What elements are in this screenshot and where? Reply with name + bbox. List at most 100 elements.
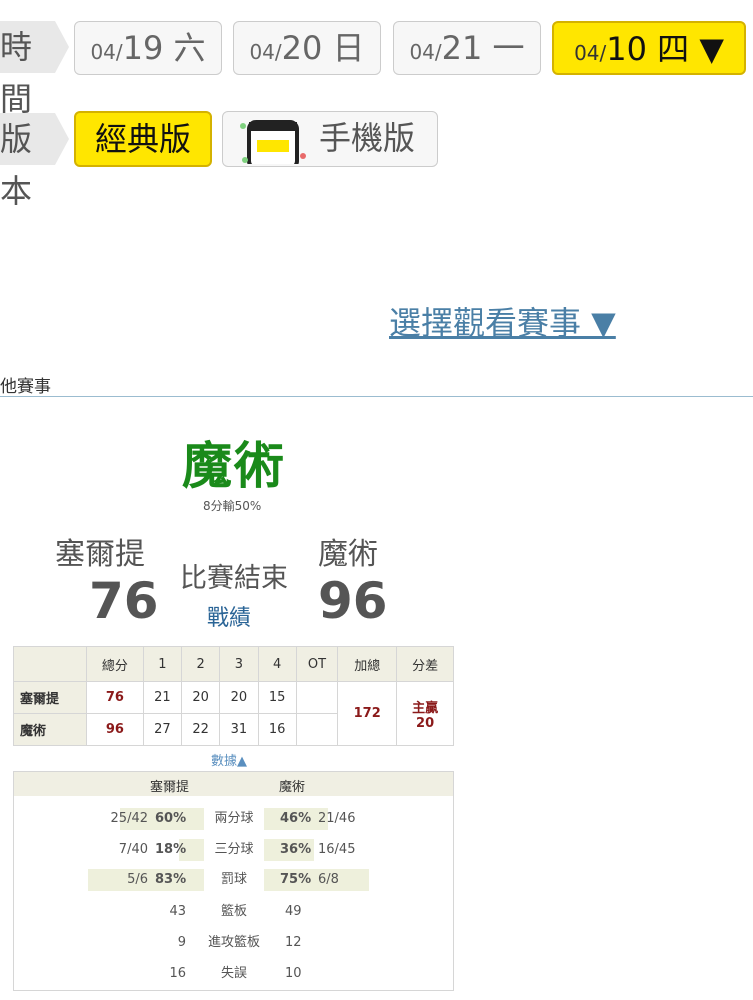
diff-cell: 主贏 20 bbox=[396, 681, 454, 746]
stats-toggle[interactable]: 數據▲ bbox=[211, 750, 247, 769]
header-diff: 分差 bbox=[396, 646, 454, 682]
mobile-version-button[interactable]: 手機版 bbox=[222, 111, 438, 167]
home-stat-percent: 75% bbox=[280, 872, 312, 887]
header-combined: 加總 bbox=[337, 646, 398, 682]
home-q3-cell: 31 bbox=[219, 713, 259, 746]
mobile-version-label: 手機版 bbox=[319, 119, 416, 157]
away-total-cell: 76 bbox=[86, 681, 144, 714]
game-status: 比賽結束 bbox=[180, 563, 288, 594]
home-stat-value: 49 bbox=[285, 904, 302, 919]
home-stat-fraction: 16/45 bbox=[318, 842, 356, 857]
select-game-link[interactable]: 選擇觀看賽事 ▼ bbox=[389, 298, 616, 344]
date-button-0421[interactable]: 04/21 一 bbox=[393, 21, 541, 75]
stats-away-team: 塞爾提 bbox=[150, 780, 190, 795]
winner-team-name: 魔術 bbox=[182, 437, 286, 495]
date-button-0420[interactable]: 04/20 日 bbox=[233, 21, 381, 75]
date-month: 04/ bbox=[574, 41, 607, 65]
date-day: 20 bbox=[281, 29, 323, 67]
away-stat-fraction: 25/42 bbox=[110, 811, 148, 826]
date-weekday: 日 bbox=[332, 29, 365, 67]
away-stat-percent: 83% bbox=[155, 872, 187, 887]
version-label-text: 版本 bbox=[0, 120, 33, 210]
stat-label: 失誤 bbox=[220, 966, 247, 981]
date-dropdown-0410[interactable]: 04/10 四 ▼ bbox=[552, 21, 746, 75]
date-button-0419[interactable]: 04/19 六 bbox=[74, 21, 222, 75]
other-games-label: 其他賽事 bbox=[0, 377, 51, 397]
stat-row: 43 49 籃板 bbox=[14, 901, 455, 923]
header-q4: 4 bbox=[257, 646, 297, 682]
stat-row: 9 12 進攻籃板 bbox=[14, 932, 455, 954]
diff-label: 主贏 bbox=[412, 700, 439, 716]
home-stat-percent: 36% bbox=[280, 842, 312, 857]
home-q1-cell: 27 bbox=[142, 713, 183, 746]
stats-header: 塞爾提 魔術 bbox=[14, 772, 453, 796]
date-month: 04/ bbox=[249, 40, 282, 64]
date-weekday: 一 bbox=[492, 29, 525, 67]
stat-label: 罰球 bbox=[220, 872, 247, 887]
away-team-name: 塞爾提 bbox=[55, 537, 145, 572]
away-stat-fraction: 7/40 bbox=[118, 842, 148, 857]
away-team-cell: 塞爾提 bbox=[13, 681, 87, 714]
away-q1-cell: 21 bbox=[142, 681, 183, 714]
away-ot-cell bbox=[295, 681, 339, 714]
away-q4-cell: 15 bbox=[257, 681, 297, 714]
stats-home-team: 魔術 bbox=[279, 780, 306, 795]
box-score-header-row: 總分 1 2 3 4 OT 加總 分差 bbox=[13, 646, 454, 682]
date-day: 19 bbox=[122, 29, 164, 67]
date-weekday: 四 bbox=[657, 30, 690, 68]
stat-label: 兩分球 bbox=[214, 811, 254, 826]
dropdown-arrow-icon: ▼ bbox=[699, 30, 724, 68]
away-stat-percent: 60% bbox=[155, 811, 187, 826]
header-ot: OT bbox=[295, 646, 339, 682]
header-q3: 3 bbox=[219, 646, 259, 682]
away-q2-cell: 20 bbox=[181, 681, 221, 714]
table-row: 塞爾提 76 21 20 20 15 172 主贏 20 bbox=[13, 681, 454, 746]
date-day: 10 bbox=[606, 30, 647, 68]
header-team bbox=[13, 646, 87, 682]
home-ot-cell bbox=[295, 713, 339, 746]
home-q4-cell: 16 bbox=[257, 713, 297, 746]
home-team-cell: 魔術 bbox=[13, 713, 87, 746]
stat-row: 25/42 60% 46% 21/46 兩分球 bbox=[14, 808, 455, 830]
stats-panel: 塞爾提 魔術 25/42 60% 46% 21/46 兩分球 7/40 18% 36% 16/4… bbox=[13, 771, 454, 991]
version-label: 版本 bbox=[0, 113, 69, 210]
classic-version-label: 經典版 bbox=[94, 120, 191, 158]
date-weekday: 六 bbox=[173, 29, 206, 67]
home-stat-value: 12 bbox=[285, 935, 302, 950]
classic-version-button[interactable]: 經典版 bbox=[74, 111, 212, 167]
header-total: 總分 bbox=[86, 646, 144, 682]
home-team-name: 魔術 bbox=[318, 537, 378, 572]
record-link[interactable]: 戰績 bbox=[207, 600, 251, 632]
date-month: 04/ bbox=[90, 40, 123, 64]
away-stat-value: 43 bbox=[169, 904, 186, 919]
date-day: 21 bbox=[441, 29, 483, 67]
date-month: 04/ bbox=[409, 40, 442, 64]
stat-label: 進攻籃板 bbox=[207, 935, 260, 950]
section-divider bbox=[0, 396, 753, 397]
home-stat-value: 10 bbox=[285, 966, 302, 981]
home-total-cell: 96 bbox=[86, 713, 144, 746]
stat-label: 籃板 bbox=[220, 904, 247, 919]
home-stat-fraction: 6/8 bbox=[318, 872, 339, 887]
time-label: 時間 bbox=[0, 21, 69, 118]
home-stat-percent: 46% bbox=[280, 811, 312, 826]
stat-row: 16 10 失誤 bbox=[14, 963, 455, 985]
phone-icon bbox=[240, 120, 306, 164]
home-stat-fraction: 21/46 bbox=[318, 811, 356, 826]
header-q1: 1 bbox=[142, 646, 183, 682]
away-score: 76 bbox=[89, 572, 159, 630]
combined-score-cell: 172 bbox=[337, 681, 398, 746]
diff-value: 20 bbox=[416, 715, 435, 731]
winner-note: 8分輸50% bbox=[203, 499, 262, 513]
stat-row: 5/6 83% 75% 6/8 罰球 bbox=[14, 869, 455, 891]
home-score: 96 bbox=[318, 572, 388, 630]
away-stat-value: 16 bbox=[169, 966, 186, 981]
away-stat-value: 9 bbox=[177, 935, 186, 950]
header-q2: 2 bbox=[181, 646, 221, 682]
away-stat-fraction: 5/6 bbox=[127, 872, 148, 887]
home-q2-cell: 22 bbox=[181, 713, 221, 746]
away-q3-cell: 20 bbox=[219, 681, 259, 714]
away-stat-percent: 18% bbox=[155, 842, 187, 857]
box-score-table: 總分 1 2 3 4 OT 加總 分差 塞爾提 76 21 20 20 15 1… bbox=[13, 646, 454, 746]
stat-row: 7/40 18% 36% 16/45 三分球 bbox=[14, 839, 455, 861]
